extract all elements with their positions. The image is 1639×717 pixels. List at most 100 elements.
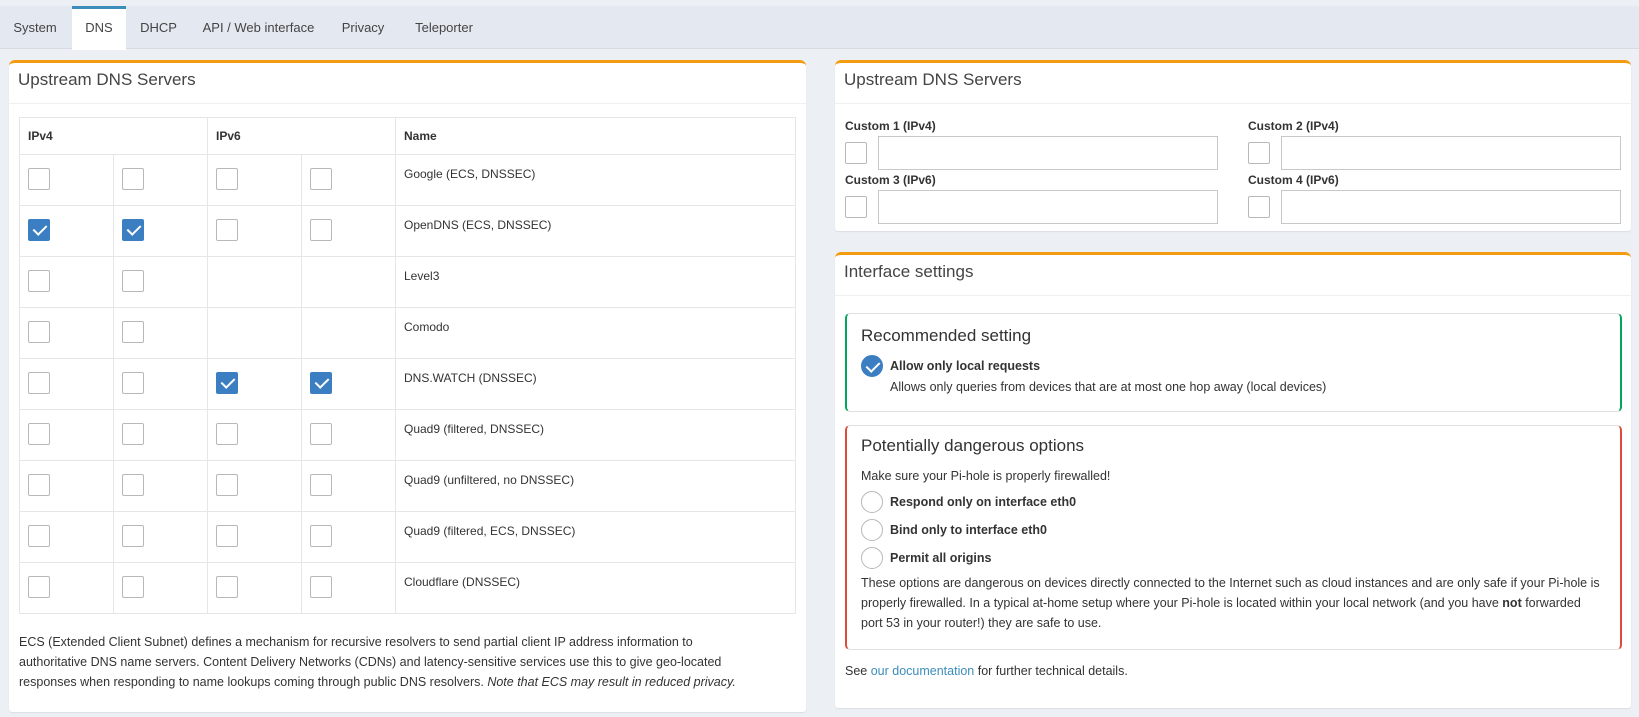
interface-settings-box: Interface settings Recommended setting A… xyxy=(835,252,1631,708)
upstream-dns-title: Upstream DNS Servers xyxy=(18,70,196,89)
header-ipv4: IPv4 xyxy=(19,117,208,155)
google-ipv6-1-checkbox[interactable] xyxy=(216,168,238,190)
dnswatch-ipv4-2-checkbox[interactable] xyxy=(122,372,144,394)
server-name: Comodo xyxy=(395,307,796,359)
settings-tabs: System DNS DHCP API / Web interface Priv… xyxy=(0,6,1639,50)
custom3-checkbox[interactable] xyxy=(845,196,867,218)
recommended-setting-panel: Recommended setting Allow only local req… xyxy=(845,313,1622,412)
quad9-unfiltered-ipv6-1-checkbox[interactable] xyxy=(216,474,238,496)
custom4-input[interactable] xyxy=(1281,190,1621,224)
quad9-unfiltered-ipv6-2-checkbox[interactable] xyxy=(310,474,332,496)
server-name: Cloudflare (DNSSEC) xyxy=(395,562,796,614)
table-row: Quad9 (unfiltered, no DNSSEC) xyxy=(19,460,796,512)
server-name: OpenDNS (ECS, DNSSEC) xyxy=(395,205,796,257)
quad9-unfiltered-ipv4-2-checkbox[interactable] xyxy=(122,474,144,496)
custom4-checkbox[interactable] xyxy=(1248,196,1270,218)
cloudflare-ipv6-2-checkbox[interactable] xyxy=(310,576,332,598)
custom2-input[interactable] xyxy=(1281,136,1621,170)
table-row: Quad9 (filtered, DNSSEC) xyxy=(19,409,796,461)
custom2-label: Custom 2 (IPv4) xyxy=(1248,119,1339,133)
permit-all-radio[interactable] xyxy=(861,547,883,569)
custom2-checkbox[interactable] xyxy=(1248,142,1270,164)
allow-local-desc: Allows only queries from devices that ar… xyxy=(890,380,1327,394)
quad9-filtered-ipv4-2-checkbox[interactable] xyxy=(122,423,144,445)
quad9-ecs-ipv4-1-checkbox[interactable] xyxy=(28,525,50,547)
documentation-note: See our documentation for further techni… xyxy=(845,661,1128,681)
dangerous-options-panel: Potentially dangerous options Make sure … xyxy=(845,425,1622,650)
bind-eth0-label[interactable]: Bind only to interface eth0 xyxy=(890,523,1047,537)
google-ipv4-2-checkbox[interactable] xyxy=(122,168,144,190)
tab-dhcp[interactable]: DHCP xyxy=(130,6,187,49)
server-name: DNS.WATCH (DNSSEC) xyxy=(395,358,796,410)
table-row: Comodo xyxy=(19,307,796,359)
level3-ipv4-2-checkbox[interactable] xyxy=(122,270,144,292)
tab-privacy[interactable]: Privacy xyxy=(330,6,396,49)
opendns-ipv6-1-checkbox[interactable] xyxy=(216,219,238,241)
quad9-ecs-ipv6-2-checkbox[interactable] xyxy=(310,525,332,547)
dangerous-desc-text-1: These options are dangerous on devices d… xyxy=(861,576,1600,610)
firewall-warning: Make sure your Pi-hole is properly firew… xyxy=(861,469,1111,483)
quad9-ecs-ipv4-2-checkbox[interactable] xyxy=(122,525,144,547)
quad9-unfiltered-ipv4-1-checkbox[interactable] xyxy=(28,474,50,496)
dangerous-desc-bold: not xyxy=(1502,596,1522,610)
header-name: Name xyxy=(395,117,796,155)
table-row: DNS.WATCH (DNSSEC) xyxy=(19,358,796,410)
opendns-ipv4-2-checkbox[interactable] xyxy=(122,219,144,241)
dangerous-title: Potentially dangerous options xyxy=(861,436,1085,455)
server-name: Quad9 (unfiltered, no DNSSEC) xyxy=(395,460,796,512)
bind-eth0-radio[interactable] xyxy=(861,519,883,541)
allow-local-label[interactable]: Allow only local requests xyxy=(890,359,1040,373)
empty-cell xyxy=(207,307,302,359)
allow-local-radio[interactable] xyxy=(861,355,883,377)
recommended-title: Recommended setting xyxy=(861,326,1032,345)
quad9-filtered-ipv6-2-checkbox[interactable] xyxy=(310,423,332,445)
custom3-label: Custom 3 (IPv6) xyxy=(845,173,936,187)
interface-settings-title: Interface settings xyxy=(844,262,974,281)
box-divider xyxy=(835,295,1631,296)
respond-eth0-radio[interactable] xyxy=(861,491,883,513)
custom-dns-box: Upstream DNS Servers Custom 1 (IPv4) Cus… xyxy=(835,60,1631,231)
upstream-dns-box: Upstream DNS Servers IPv4 IPv6 Name Goog… xyxy=(9,60,806,712)
tab-dns[interactable]: DNS xyxy=(72,6,126,50)
dnswatch-ipv6-2-checkbox[interactable] xyxy=(310,372,332,394)
dnswatch-ipv6-1-checkbox[interactable] xyxy=(216,372,238,394)
opendns-ipv4-1-checkbox[interactable] xyxy=(28,219,50,241)
custom3-input[interactable] xyxy=(878,190,1218,224)
google-ipv6-2-checkbox[interactable] xyxy=(310,168,332,190)
server-name: Level3 xyxy=(395,256,796,308)
table-row: Cloudflare (DNSSEC) xyxy=(19,562,796,614)
header-ipv6: IPv6 xyxy=(207,117,396,155)
box-divider xyxy=(835,103,1631,104)
cloudflare-ipv4-1-checkbox[interactable] xyxy=(28,576,50,598)
quad9-filtered-ipv6-1-checkbox[interactable] xyxy=(216,423,238,445)
custom1-checkbox[interactable] xyxy=(845,142,867,164)
dangerous-desc: These options are dangerous on devices d… xyxy=(861,573,1601,633)
server-name: Quad9 (filtered, ECS, DNSSEC) xyxy=(395,511,796,563)
level3-ipv4-1-checkbox[interactable] xyxy=(28,270,50,292)
empty-cell xyxy=(207,256,302,308)
quad9-filtered-ipv4-1-checkbox[interactable] xyxy=(28,423,50,445)
tab-api-web-interface[interactable]: API / Web interface xyxy=(197,6,320,49)
permit-all-label[interactable]: Permit all origins xyxy=(890,551,991,565)
comodo-ipv4-2-checkbox[interactable] xyxy=(122,321,144,343)
comodo-ipv4-1-checkbox[interactable] xyxy=(28,321,50,343)
dnswatch-ipv4-1-checkbox[interactable] xyxy=(28,372,50,394)
tab-system[interactable]: System xyxy=(0,6,70,49)
quad9-ecs-ipv6-1-checkbox[interactable] xyxy=(216,525,238,547)
custom1-input[interactable] xyxy=(878,136,1218,170)
tab-teleporter[interactable]: Teleporter xyxy=(404,6,484,49)
cloudflare-ipv6-1-checkbox[interactable] xyxy=(216,576,238,598)
table-row: Google (ECS, DNSSEC) xyxy=(19,154,796,206)
custom1-label: Custom 1 (IPv4) xyxy=(845,119,936,133)
ecs-privacy-note: Note that ECS may result in reduced priv… xyxy=(487,675,736,689)
respond-eth0-label[interactable]: Respond only on interface eth0 xyxy=(890,495,1076,509)
cloudflare-ipv4-2-checkbox[interactable] xyxy=(122,576,144,598)
table-row: OpenDNS (ECS, DNSSEC) xyxy=(19,205,796,257)
google-ipv4-1-checkbox[interactable] xyxy=(28,168,50,190)
documentation-link[interactable]: our documentation xyxy=(871,664,975,678)
custom-dns-title: Upstream DNS Servers xyxy=(844,70,1022,89)
opendns-ipv6-2-checkbox[interactable] xyxy=(310,219,332,241)
empty-cell xyxy=(301,307,396,359)
ecs-note: ECS (Extended Client Subnet) defines a m… xyxy=(19,632,759,692)
table-row: Quad9 (filtered, ECS, DNSSEC) xyxy=(19,511,796,563)
